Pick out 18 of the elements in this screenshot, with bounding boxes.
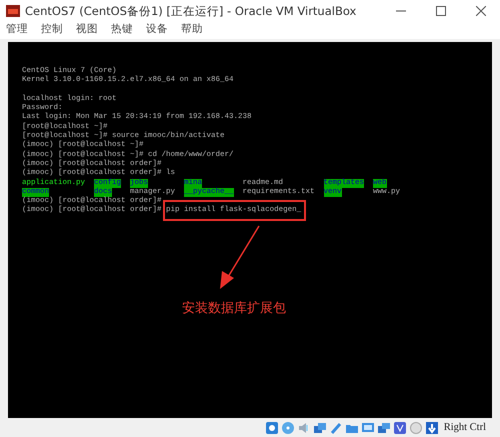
vt-icon[interactable] [392,420,407,434]
maximize-icon[interactable] [436,6,446,16]
close-icon[interactable] [476,6,486,16]
display-icon[interactable] [360,420,375,434]
menu-item[interactable]: 视图 [73,22,101,37]
menu-item[interactable]: 控制 [38,22,66,37]
host-key-label: Right Ctrl [444,422,486,433]
window-title: CentOS7 (CentOS备份1) [正在运行] - Oracle VM VirtualBox [25,4,358,18]
menu-item[interactable]: 设备 [143,22,171,37]
menu-item[interactable]: 管理 [3,22,31,37]
app-icon [6,5,20,17]
screens-icon[interactable] [376,420,391,434]
download-arrow-icon[interactable] [424,420,439,434]
annotation-label: 安装数据库扩展包 [182,301,286,317]
annotation-arrow [220,226,260,289]
menu-item[interactable]: 帮助 [178,22,206,37]
menu-item[interactable]: 热键 [108,22,136,37]
cd-icon[interactable] [280,420,295,434]
